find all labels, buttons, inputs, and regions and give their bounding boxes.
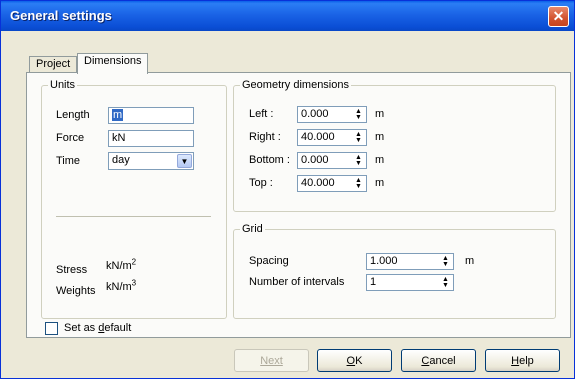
cancel-button[interactable]: Cancel	[401, 349, 476, 372]
stress-unit: kN/m2	[106, 257, 137, 272]
intervals-label: Number of intervals	[249, 276, 345, 288]
tab-project-label: Project	[36, 58, 71, 70]
help-button[interactable]: Help	[485, 349, 560, 372]
weights-unit-exponent: 3	[131, 278, 137, 288]
units-divider	[56, 216, 211, 217]
top-label: Top :	[249, 177, 273, 189]
length-label: Length	[56, 109, 90, 121]
spacing-unit: m	[465, 255, 475, 267]
close-icon: ✕	[552, 8, 565, 24]
grid-group: Grid Spacing 1.000 ▲ ▼ m Number of interv…	[233, 223, 556, 319]
left-unit: m	[375, 108, 385, 120]
bottom-spinner[interactable]: 0.000 ▲ ▼	[297, 152, 367, 169]
next-button[interactable]: Next	[234, 349, 309, 372]
next-label: Next	[260, 354, 283, 367]
spin-arrows-icon[interactable]: ▲ ▼	[352, 108, 365, 121]
spin-arrows-icon[interactable]: ▲ ▼	[352, 131, 365, 144]
spin-arrows-icon[interactable]: ▲ ▼	[352, 154, 365, 167]
cancel-label: ancel	[429, 354, 456, 367]
set-default-suffix: efault	[104, 322, 132, 334]
bottom-unit: m	[375, 154, 385, 166]
top-unit: m	[375, 177, 385, 189]
units-group: Units Length m Force kN Time day ▼ Stres…	[41, 79, 227, 319]
set-default-label[interactable]: Set as default	[64, 322, 131, 334]
right-value: 40.000	[301, 131, 335, 143]
title-bar[interactable]: General settings ✕	[1, 1, 574, 31]
right-spinner[interactable]: 40.000 ▲ ▼	[297, 129, 367, 146]
weights-unit: kN/m3	[106, 278, 137, 293]
spin-arrows-icon[interactable]: ▲ ▼	[352, 177, 365, 190]
force-label: Force	[56, 132, 85, 144]
time-value: day	[112, 154, 130, 166]
force-input[interactable]: kN	[108, 130, 194, 147]
length-value: m	[112, 109, 124, 121]
bottom-value: 0.000	[301, 154, 329, 166]
cancel-mnemonic: C	[421, 354, 430, 367]
ok-mnemonic: O	[346, 354, 356, 367]
spacing-value: 1.000	[370, 255, 398, 267]
geometry-group: Geometry dimensions Left : 0.000 ▲ ▼ m Ri…	[233, 79, 556, 212]
chevron-down-icon[interactable]: ▼	[177, 154, 192, 168]
units-legend: Units	[48, 79, 78, 91]
spacing-label: Spacing	[249, 255, 289, 267]
ok-button[interactable]: OK	[317, 349, 392, 372]
spacing-spinner[interactable]: 1.000 ▲ ▼	[366, 253, 454, 270]
bottom-label: Bottom :	[249, 154, 290, 166]
dimensions-panel: Units Length m Force kN Time day ▼ Stres…	[26, 72, 571, 338]
geometry-legend: Geometry dimensions	[240, 79, 351, 91]
set-default-prefix: Set as	[64, 322, 99, 334]
help-mnemonic: H	[511, 354, 520, 367]
left-spinner[interactable]: 0.000 ▲ ▼	[297, 106, 367, 123]
set-default-checkbox[interactable]	[45, 322, 58, 335]
time-label: Time	[56, 155, 81, 167]
top-spinner[interactable]: 40.000 ▲ ▼	[297, 175, 367, 192]
length-input[interactable]: m	[108, 107, 194, 124]
general-settings-dialog: General settings ✕ Project Dimensions Un…	[0, 0, 575, 379]
weights-label: Weights	[56, 285, 96, 297]
time-select[interactable]: day ▼	[108, 152, 194, 170]
stress-unit-exponent: 2	[131, 257, 137, 267]
stress-unit-base: kN/m	[106, 260, 132, 272]
intervals-value: 1	[370, 276, 377, 288]
right-label: Right :	[249, 131, 281, 143]
spin-arrows-icon[interactable]: ▲ ▼	[439, 276, 452, 289]
force-value: kN	[112, 132, 126, 144]
dialog-title: General settings	[10, 8, 112, 23]
help-label: elp	[519, 354, 534, 367]
intervals-spinner[interactable]: 1 ▲ ▼	[366, 274, 454, 291]
stress-label: Stress	[56, 264, 88, 276]
close-button[interactable]: ✕	[548, 6, 569, 27]
tab-dimensions-label: Dimensions	[84, 55, 142, 67]
left-value: 0.000	[301, 108, 329, 120]
grid-legend: Grid	[240, 223, 265, 235]
spin-arrows-icon[interactable]: ▲ ▼	[439, 255, 452, 268]
top-value: 40.000	[301, 177, 335, 189]
ok-label: K	[355, 354, 363, 367]
tab-dimensions[interactable]: Dimensions	[77, 53, 148, 74]
tab-project[interactable]: Project	[29, 56, 77, 73]
left-label: Left :	[249, 108, 274, 120]
right-unit: m	[375, 131, 385, 143]
weights-unit-base: kN/m	[106, 281, 132, 293]
